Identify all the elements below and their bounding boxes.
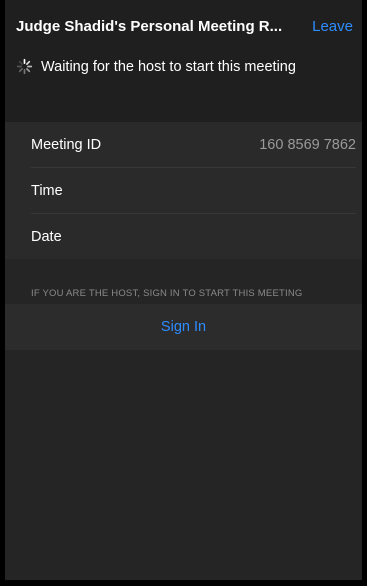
host-note: IF YOU ARE THE HOST, SIGN IN TO START TH… — [31, 288, 303, 299]
date-label: Date — [31, 229, 62, 245]
sign-in-button[interactable]: Sign In — [5, 304, 362, 350]
meeting-info-panel: Meeting ID 160 8569 7862 Time Date — [5, 122, 362, 259]
meeting-id-row: Meeting ID 160 8569 7862 — [31, 122, 356, 168]
loading-spinner-icon — [16, 58, 33, 75]
meeting-waiting-screen: Judge Shadid's Personal Meeting R... Lea… — [5, 0, 362, 580]
host-note-section: IF YOU ARE THE HOST, SIGN IN TO START TH… — [5, 259, 362, 304]
header: Judge Shadid's Personal Meeting R... Lea… — [5, 0, 362, 122]
meeting-title: Judge Shadid's Personal Meeting R... — [16, 18, 283, 35]
leave-button[interactable]: Leave — [312, 18, 353, 35]
waiting-text: Waiting for the host to start this meeti… — [41, 58, 296, 75]
meeting-id-label: Meeting ID — [31, 137, 102, 153]
time-label: Time — [31, 183, 63, 199]
date-row: Date — [31, 214, 356, 260]
time-row: Time — [31, 168, 356, 214]
waiting-status: Waiting for the host to start this meeti… — [16, 58, 296, 75]
meeting-id-value: 160 8569 7862 — [259, 137, 356, 153]
sign-in-label: Sign In — [160, 319, 207, 335]
